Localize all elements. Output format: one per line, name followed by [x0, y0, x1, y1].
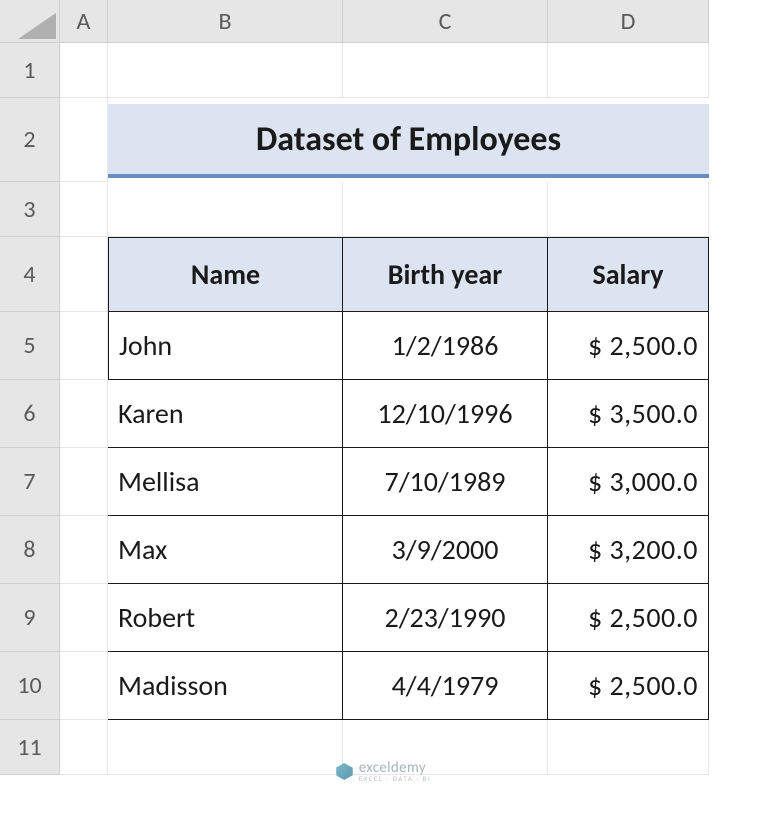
cell-A7[interactable]: [60, 448, 108, 516]
logo-cube-icon: [336, 763, 353, 780]
row-header-4[interactable]: 4: [0, 237, 60, 312]
cell-B1[interactable]: [108, 43, 343, 98]
cell-salary[interactable]: $ 2,500.0: [548, 312, 709, 380]
cell-D1[interactable]: [548, 43, 709, 98]
cell-birth[interactable]: 7/10/1989: [343, 448, 548, 516]
cell-name[interactable]: Max: [108, 516, 343, 584]
cell-A10[interactable]: [60, 652, 108, 720]
col-header-B[interactable]: B: [108, 0, 343, 43]
row-header-9[interactable]: 9: [0, 584, 60, 652]
col-header-A[interactable]: A: [60, 0, 108, 43]
cell-A4[interactable]: [60, 237, 108, 312]
row-header-5[interactable]: 5: [0, 312, 60, 380]
row-header-11[interactable]: 11: [0, 720, 60, 775]
cell-birth[interactable]: 4/4/1979: [343, 652, 548, 720]
row-header-2[interactable]: 2: [0, 98, 60, 182]
cell-D3[interactable]: [548, 182, 709, 237]
cell-name[interactable]: Robert: [108, 584, 343, 652]
cell-birth[interactable]: 1/2/1986: [343, 312, 548, 380]
cell-A8[interactable]: [60, 516, 108, 584]
cell-B11[interactable]: [108, 720, 343, 775]
cell-salary[interactable]: $ 3,200.0: [548, 516, 709, 584]
cell-name[interactable]: Karen: [108, 380, 343, 448]
cell-salary[interactable]: $ 2,500.0: [548, 652, 709, 720]
row-header-7[interactable]: 7: [0, 448, 60, 516]
cell-A11[interactable]: [60, 720, 108, 775]
cell-salary[interactable]: $ 3,500.0: [548, 380, 709, 448]
cell-C1[interactable]: [343, 43, 548, 98]
cell-A9[interactable]: [60, 584, 108, 652]
row-header-6[interactable]: 6: [0, 380, 60, 448]
cell-salary[interactable]: $ 2,500.0: [548, 584, 709, 652]
select-all-corner[interactable]: [0, 0, 60, 43]
cell-A5[interactable]: [60, 312, 108, 380]
spreadsheet-grid: A B C D 1 2 3 4 5 6 7 8 9 10 11 Dataset …: [0, 0, 709, 775]
watermark: exceldemy EXCEL · DATA · BI: [336, 761, 432, 782]
watermark-tagline: EXCEL · DATA · BI: [359, 775, 432, 782]
cell-birth[interactable]: 3/9/2000: [343, 516, 548, 584]
cell-birth[interactable]: 12/10/1996: [343, 380, 548, 448]
cell-A2[interactable]: [60, 98, 108, 182]
dataset-title[interactable]: Dataset of Employees: [108, 104, 709, 178]
cell-salary[interactable]: $ 3,000.0: [548, 448, 709, 516]
cell-birth[interactable]: 2/23/1990: [343, 584, 548, 652]
header-salary[interactable]: Salary: [548, 237, 709, 312]
cell-C3[interactable]: [343, 182, 548, 237]
header-name[interactable]: Name: [108, 237, 343, 312]
cell-A6[interactable]: [60, 380, 108, 448]
col-header-D[interactable]: D: [548, 0, 709, 43]
cell-name[interactable]: Mellisa: [108, 448, 343, 516]
col-header-C[interactable]: C: [343, 0, 548, 43]
row-header-3[interactable]: 3: [0, 182, 60, 237]
cell-A3[interactable]: [60, 182, 108, 237]
row-header-10[interactable]: 10: [0, 652, 60, 720]
header-birth[interactable]: Birth year: [343, 237, 548, 312]
cell-B3[interactable]: [108, 182, 343, 237]
cell-name[interactable]: John: [108, 312, 343, 380]
cell-D11[interactable]: [548, 720, 709, 775]
row-header-8[interactable]: 8: [0, 516, 60, 584]
row-header-1[interactable]: 1: [0, 43, 60, 98]
cell-name[interactable]: Madisson: [108, 652, 343, 720]
cell-A1[interactable]: [60, 43, 108, 98]
